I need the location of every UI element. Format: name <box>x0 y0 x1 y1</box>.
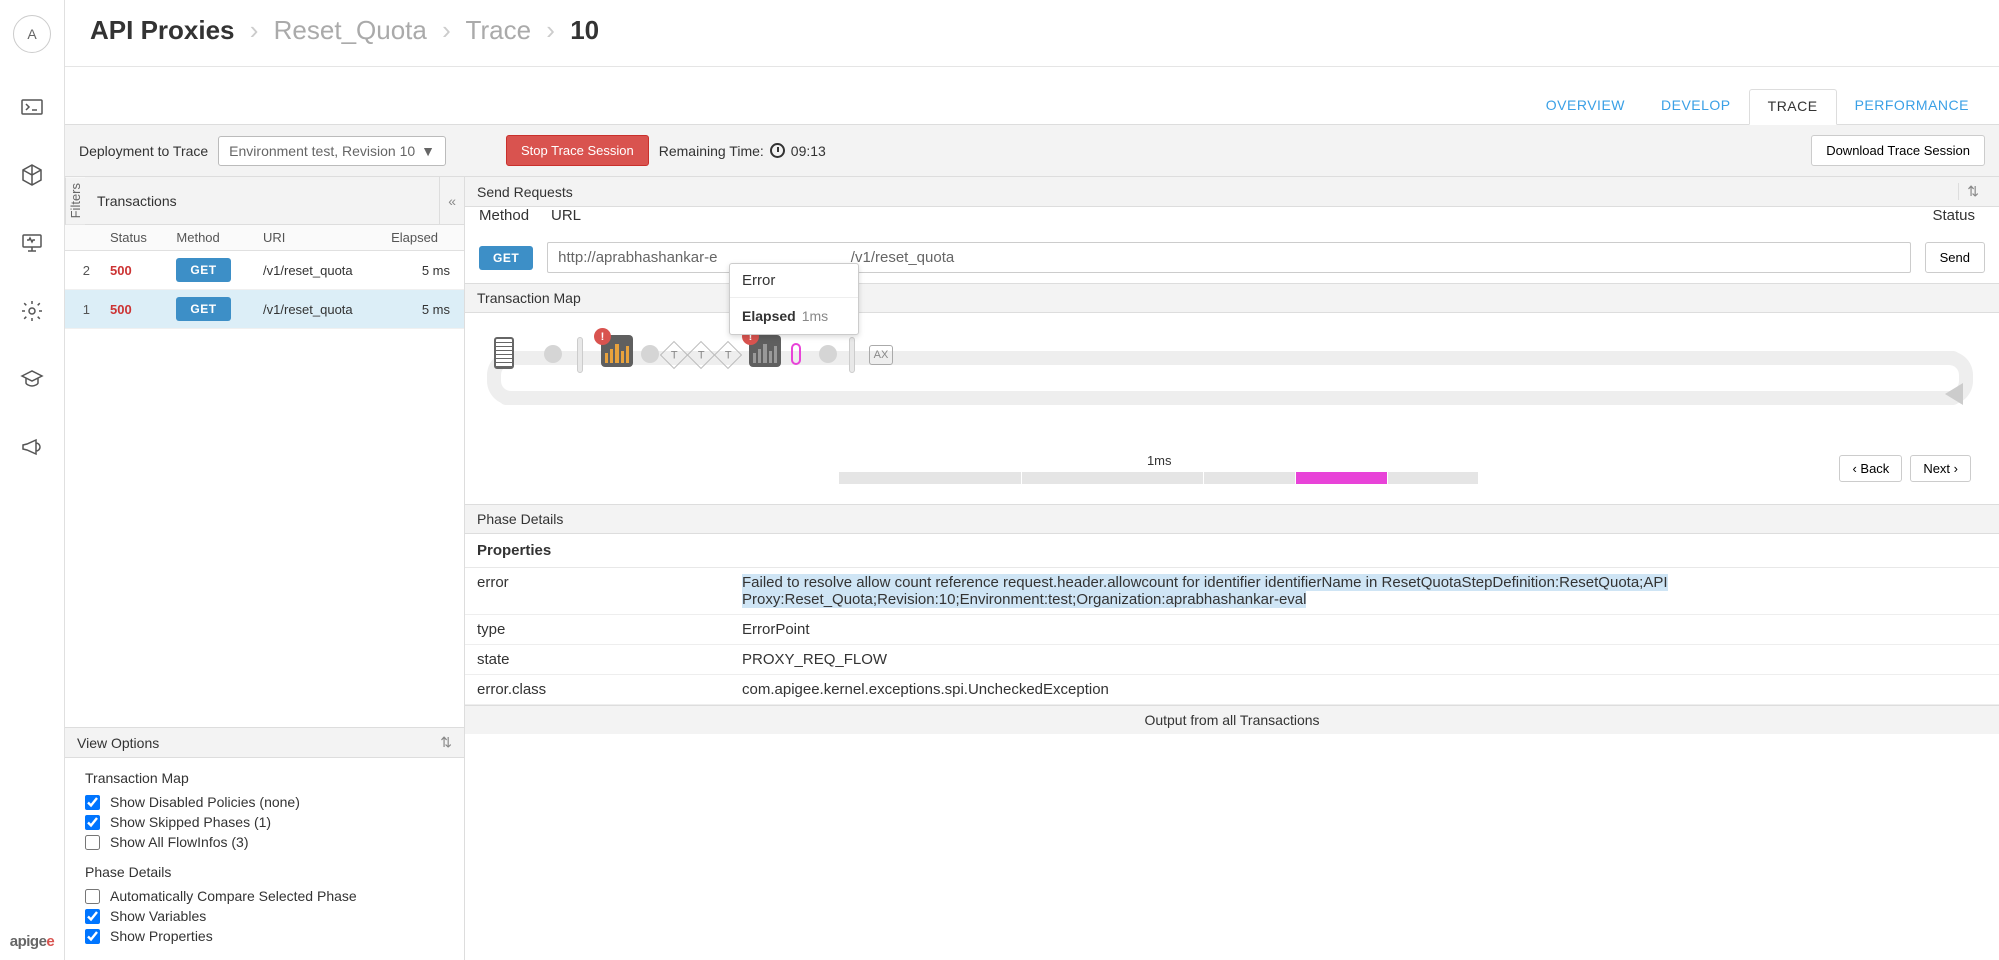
quota-policy-icon[interactable]: ! <box>601 335 633 367</box>
breadcrumb-section[interactable]: Trace <box>466 15 532 45</box>
deploy-label: Deployment to Trace <box>79 143 208 159</box>
gear-icon[interactable] <box>18 297 46 325</box>
env-select[interactable]: Environment test, Revision 10 ▼ <box>218 136 446 166</box>
transactions-title: Transactions <box>85 177 439 224</box>
tab-trace[interactable]: TRACE <box>1749 89 1837 125</box>
download-trace-button[interactable]: Download Trace Session <box>1811 135 1985 166</box>
send-button[interactable]: Send <box>1925 242 1985 273</box>
ax-node[interactable]: AX <box>869 337 893 365</box>
chk-show-props[interactable] <box>85 929 100 944</box>
grad-cap-icon[interactable] <box>18 365 46 393</box>
brand-logo: apigee <box>0 933 64 950</box>
view-options-title: View Options <box>77 735 440 751</box>
remaining-label: Remaining Time: <box>659 143 764 159</box>
tab-develop[interactable]: DEVELOP <box>1643 89 1749 124</box>
status-label: Status <box>1932 207 1985 224</box>
monitor-icon[interactable] <box>18 229 46 257</box>
breadcrumb-root[interactable]: API Proxies <box>90 15 235 45</box>
collapse-left-icon[interactable]: « <box>439 177 464 224</box>
method-label: Method <box>479 207 537 224</box>
error-badge-icon: ! <box>594 328 611 345</box>
status-badge: 500 <box>110 302 132 317</box>
table-row[interactable]: 1 500 GET /v1/reset_quota 5 ms <box>65 290 464 329</box>
error-phase-node[interactable] <box>791 337 801 365</box>
properties-table: errorFailed to resolve allow count refer… <box>465 568 1999 705</box>
status-badge: 500 <box>110 263 132 278</box>
phase-section-title: Phase Details <box>85 864 444 880</box>
tooltip: Error Elapsed1ms <box>729 263 859 335</box>
tab-overview[interactable]: OVERVIEW <box>1528 89 1643 124</box>
flow-pipe[interactable] <box>849 337 855 373</box>
col-uri: URI <box>253 225 381 251</box>
flow-diamond[interactable]: T <box>664 337 684 365</box>
terminal-icon[interactable] <box>18 93 46 121</box>
megaphone-icon[interactable] <box>18 433 46 461</box>
next-button[interactable]: Next › <box>1910 455 1971 482</box>
tab-performance[interactable]: PERFORMANCE <box>1837 89 1987 124</box>
table-row[interactable]: 2 500 GET /v1/reset_quota 5 ms <box>65 251 464 290</box>
flow-dot[interactable] <box>544 337 562 363</box>
flow-diamond[interactable]: T <box>718 337 738 365</box>
updown-icon[interactable]: ⇅ <box>440 734 452 751</box>
breadcrumb: API Proxies › Reset_Quota › Trace › 10 <box>65 0 1999 67</box>
send-requests-title: Send Requests <box>477 184 1958 200</box>
updown-icon[interactable]: ⇅ <box>1958 183 1987 200</box>
flow-dot[interactable] <box>641 337 659 363</box>
tooltip-title: Error <box>730 264 858 298</box>
stop-trace-button[interactable]: Stop Trace Session <box>506 135 649 166</box>
breadcrumb-rev: 10 <box>570 15 599 45</box>
col-method: Method <box>166 225 253 251</box>
tmap-title: Transaction Map <box>465 284 1999 313</box>
chk-disabled-policies[interactable] <box>85 795 100 810</box>
method-badge[interactable]: GET <box>479 246 533 270</box>
timeline[interactable] <box>839 472 1479 484</box>
remaining-value: 09:13 <box>791 143 826 159</box>
chk-auto-compare[interactable] <box>85 889 100 904</box>
method-badge: GET <box>176 297 230 321</box>
back-button[interactable]: ‹ Back <box>1839 455 1902 482</box>
package-icon[interactable] <box>18 161 46 189</box>
method-badge: GET <box>176 258 230 282</box>
col-elapsed: Elapsed <box>381 225 464 251</box>
transactions-table: Status Method URI Elapsed 2 500 GET /v1/… <box>65 225 464 329</box>
tmap-section-title: Transaction Map <box>85 770 444 786</box>
tabs-row: OVERVIEW DEVELOP TRACE PERFORMANCE <box>65 67 1999 125</box>
phase-details-title: Phase Details <box>465 504 1999 534</box>
client-icon[interactable] <box>494 337 514 369</box>
chk-skipped-phases[interactable] <box>85 815 100 830</box>
output-footer[interactable]: Output from all Transactions <box>465 705 1999 734</box>
quota-policy-icon[interactable]: ! <box>749 335 781 367</box>
left-rail: A apigee <box>0 0 65 960</box>
breadcrumb-proxy[interactable]: Reset_Quota <box>274 15 427 45</box>
chk-show-vars[interactable] <box>85 909 100 924</box>
flow-dot[interactable] <box>819 337 837 363</box>
avatar[interactable]: A <box>13 15 51 53</box>
toolbar: Deployment to Trace Environment test, Re… <box>65 125 1999 177</box>
flow-track: ! T T T ! <box>479 333 1985 423</box>
caret-down-icon: ▼ <box>421 143 435 159</box>
flow-diamond[interactable]: T <box>691 337 711 365</box>
chk-flowinfos[interactable] <box>85 835 100 850</box>
filters-toggle[interactable]: Filters <box>65 177 85 224</box>
col-status: Status <box>100 225 166 251</box>
properties-title: Properties <box>465 534 1999 568</box>
clock-icon <box>770 143 785 158</box>
flow-pipe[interactable] <box>577 337 583 373</box>
timeline-label: 1ms <box>493 453 1825 468</box>
url-label: URL <box>551 207 581 224</box>
